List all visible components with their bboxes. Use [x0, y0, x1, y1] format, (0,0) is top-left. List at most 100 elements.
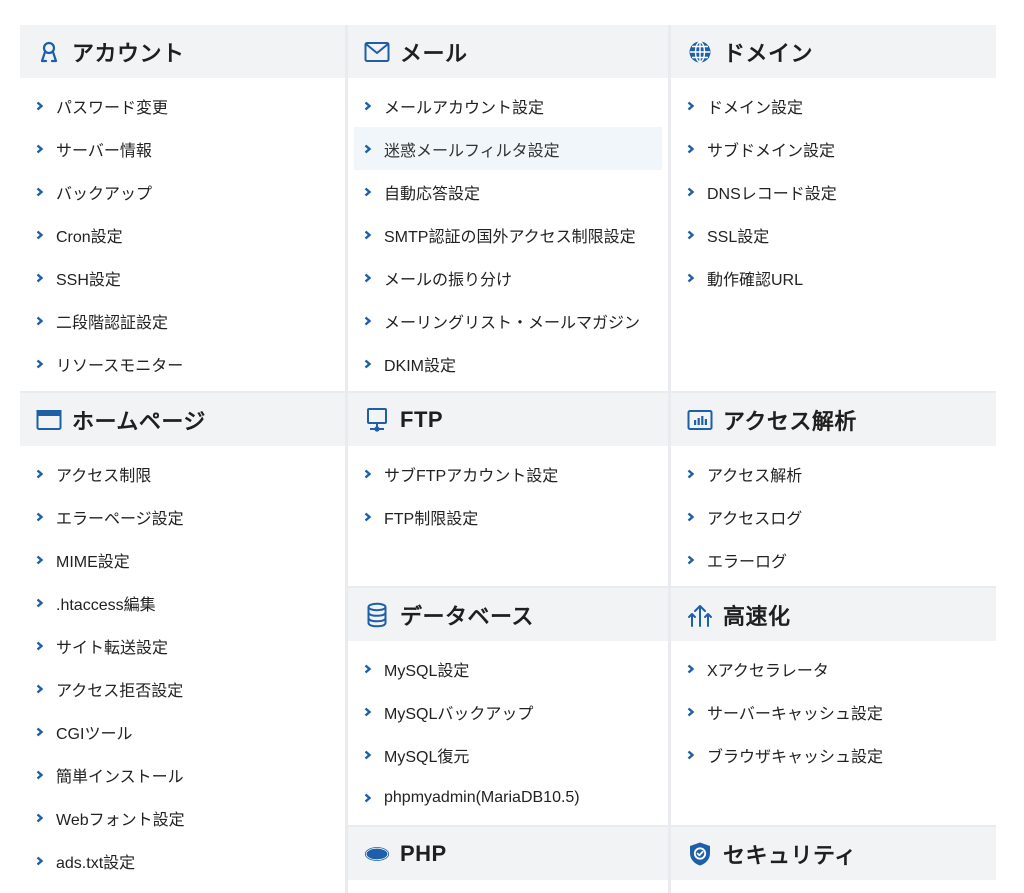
chevron-right-icon: [36, 101, 48, 111]
chevron-right-icon: [687, 273, 699, 283]
menu-item-label: FTP制限設定: [384, 510, 479, 528]
section-homepage: ホームページ アクセス制限 エラーページ設定 MIME設定 .htaccess編…: [20, 393, 345, 893]
menu-item-mail-account[interactable]: メールアカウント設定: [348, 84, 668, 127]
monitor-network-icon: [364, 407, 390, 433]
section-php: PHP: [348, 827, 668, 893]
menu-item-label: Webフォント設定: [56, 811, 185, 829]
menu-item-label: サブドメイン設定: [707, 142, 836, 160]
menu-item-test-url[interactable]: 動作確認URL: [671, 256, 996, 299]
menu-item-mysql-backup[interactable]: MySQLバックアップ: [348, 690, 668, 733]
menu-item-x-accelerator[interactable]: Xアクセラレータ: [671, 647, 996, 690]
menu-item-ads-txt[interactable]: ads.txt設定: [20, 839, 345, 882]
chevron-right-icon: [364, 101, 376, 111]
menu-item-htaccess[interactable]: .htaccess編集: [20, 581, 345, 624]
menu-item-label: サブFTPアカウント設定: [384, 467, 559, 485]
menu-item-label: Xアクセラレータ: [707, 662, 829, 680]
speed-menu: Xアクセラレータ サーバーキャッシュ設定 ブラウザキャッシュ設定: [671, 641, 996, 776]
menu-item-label: サーバーキャッシュ設定: [707, 705, 883, 723]
menu-item-mime[interactable]: MIME設定: [20, 538, 345, 581]
chevron-right-icon: [364, 359, 376, 369]
chevron-right-icon: [364, 273, 376, 283]
menu-item-label: アクセス制限: [56, 467, 152, 485]
access-analysis-menu: アクセス解析 アクセスログ エラーログ: [671, 446, 996, 581]
menu-item-access-log[interactable]: アクセスログ: [671, 495, 996, 538]
menu-grid: アカウント パスワード変更 サーバー情報 バックアップ Cron設定 SSH設定…: [20, 25, 996, 893]
menu-item-2fa[interactable]: 二段階認証設定: [20, 299, 345, 342]
section-security: セキュリティ: [671, 827, 996, 893]
menu-item-label: 迷惑メールフィルタ設定: [384, 142, 560, 160]
menu-item-access-limit[interactable]: アクセス制限: [20, 452, 345, 495]
chevron-right-icon: [36, 187, 48, 197]
menu-item-access-analysis[interactable]: アクセス解析: [671, 452, 996, 495]
menu-item-sub-ftp[interactable]: サブFTPアカウント設定: [348, 452, 668, 495]
section-homepage-header: ホームページ: [20, 393, 345, 446]
envelope-icon: [364, 39, 390, 65]
chevron-right-icon: [36, 144, 48, 154]
menu-item-phpmyadmin[interactable]: phpmyadmin(MariaDB10.5): [348, 776, 668, 819]
menu-item-label: リソースモニター: [56, 357, 184, 375]
chevron-right-icon: [687, 469, 699, 479]
menu-item-error-log[interactable]: エラーログ: [671, 538, 996, 581]
menu-item-label: メールアカウント設定: [384, 99, 545, 117]
browser-window-icon: [36, 407, 62, 433]
section-account-header: アカウント: [20, 25, 345, 78]
menu-item-domain-settings[interactable]: ドメイン設定: [671, 84, 996, 127]
menu-item-dns[interactable]: DNSレコード設定: [671, 170, 996, 213]
menu-item-label: .htaccess編集: [56, 596, 156, 614]
menu-item-browser-cache[interactable]: ブラウザキャッシュ設定: [671, 733, 996, 776]
section-speed: 高速化 Xアクセラレータ サーバーキャッシュ設定 ブラウザキャッシュ設定: [671, 588, 996, 825]
menu-item-auto-reply[interactable]: 自動応答設定: [348, 170, 668, 213]
chevron-right-icon: [364, 793, 376, 803]
menu-item-mailing-list[interactable]: メーリングリスト・メールマガジン: [348, 299, 668, 342]
menu-item-dkim[interactable]: DKIM設定: [348, 342, 668, 385]
chevron-right-icon: [687, 187, 699, 197]
menu-item-password-change[interactable]: パスワード変更: [20, 84, 345, 127]
menu-item-spam-filter[interactable]: 迷惑メールフィルタ設定: [354, 127, 662, 170]
menu-item-mysql-settings[interactable]: MySQL設定: [348, 647, 668, 690]
menu-item-site-redirect[interactable]: サイト転送設定: [20, 624, 345, 667]
chevron-right-icon: [364, 316, 376, 326]
section-ftp-title: FTP: [400, 406, 444, 432]
menu-item-server-info[interactable]: サーバー情報: [20, 127, 345, 170]
menu-item-label: DNSレコード設定: [707, 185, 837, 203]
menu-item-smtp-restrict[interactable]: SMTP認証の国外アクセス制限設定: [348, 213, 668, 256]
menu-item-label: 動作確認URL: [707, 271, 804, 289]
menu-item-error-page[interactable]: エラーページ設定: [20, 495, 345, 538]
chevron-right-icon: [36, 598, 48, 608]
section-speed-header: 高速化: [671, 588, 996, 641]
chevron-right-icon: [364, 512, 376, 522]
menu-item-ftp-limit[interactable]: FTP制限設定: [348, 495, 668, 538]
menu-item-mysql-restore[interactable]: MySQL復元: [348, 733, 668, 776]
chevron-right-icon: [687, 144, 699, 154]
menu-item-mail-sort[interactable]: メールの振り分け: [348, 256, 668, 299]
menu-item-ssh[interactable]: SSH設定: [20, 256, 345, 299]
menu-item-label: MySQL復元: [384, 748, 470, 766]
section-database: データベース MySQL設定 MySQLバックアップ MySQL復元 phpmy…: [348, 588, 668, 825]
menu-item-label: DKIM設定: [384, 357, 457, 375]
chevron-right-icon: [36, 727, 48, 737]
menu-item-label: SSL設定: [707, 228, 770, 246]
chevron-right-icon: [36, 273, 48, 283]
menu-item-resource-monitor[interactable]: リソースモニター: [20, 342, 345, 385]
chevron-right-icon: [687, 664, 699, 674]
menu-item-subdomain[interactable]: サブドメイン設定: [671, 127, 996, 170]
section-account-title: アカウント: [72, 40, 185, 66]
menu-item-label: MySQLバックアップ: [384, 705, 534, 723]
menu-item-cron[interactable]: Cron設定: [20, 213, 345, 256]
chevron-right-icon: [36, 230, 48, 240]
menu-item-server-cache[interactable]: サーバーキャッシュ設定: [671, 690, 996, 733]
section-php-header: PHP: [348, 827, 668, 880]
menu-item-web-font[interactable]: Webフォント設定: [20, 796, 345, 839]
menu-item-label: メーリングリスト・メールマガジン: [384, 314, 641, 332]
chevron-right-icon: [36, 555, 48, 565]
chevron-right-icon: [36, 813, 48, 823]
section-ftp-header: FTP: [348, 393, 668, 446]
menu-item-backup[interactable]: バックアップ: [20, 170, 345, 213]
chevron-right-icon: [364, 187, 376, 197]
menu-item-ssl[interactable]: SSL設定: [671, 213, 996, 256]
menu-item-easy-install[interactable]: 簡単インストール: [20, 753, 345, 796]
menu-item-access-deny[interactable]: アクセス拒否設定: [20, 667, 345, 710]
chevron-right-icon: [687, 512, 699, 522]
section-mail-title: メール: [400, 40, 468, 66]
menu-item-cgi-tools[interactable]: CGIツール: [20, 710, 345, 753]
